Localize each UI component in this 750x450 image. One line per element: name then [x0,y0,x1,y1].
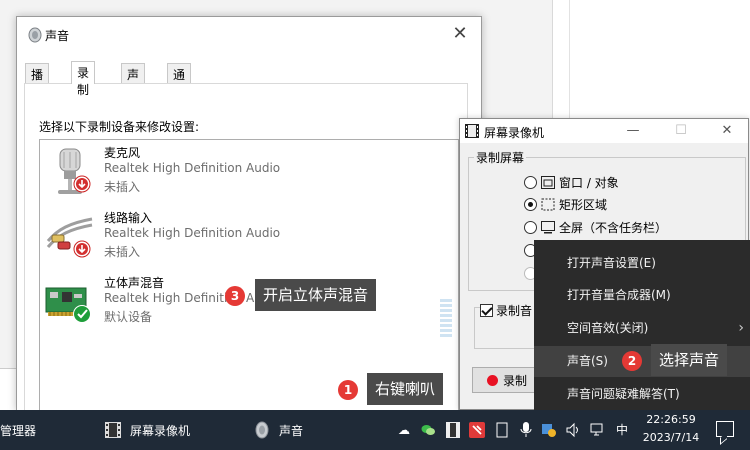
step-badge-3: 3 [225,286,245,306]
maximize-icon[interactable]: ☐ [668,120,694,142]
chevron-right-icon: › [738,320,744,336]
recording-tab-panel: 选择以下录制设备来修改设置: 麦克风 Realtek High Definiti… [24,83,468,414]
radio-button[interactable] [524,220,537,234]
device-name: 线路输入 [104,211,153,225]
tablet-icon[interactable] [494,422,510,438]
line-in-cable-icon [46,217,93,258]
red-app-icon[interactable] [469,422,485,438]
sound-card-icon [45,287,91,323]
list-item-microphone[interactable]: 麦克风 Realtek High Definition Audio 未插入 [40,142,458,206]
film-icon[interactable] [445,422,461,438]
menu-item-label: 空间音效(关闭) [567,321,649,335]
list-item-stereo-mix[interactable]: 立体声混音 Realtek High Definition Audio 默认设备 [40,272,458,336]
ime-indicator[interactable]: 中 [614,422,630,438]
menu-item-open-volume-mixer[interactable]: 打开音量合成器(M) [534,280,750,311]
taskbar-app-screen-recorder[interactable]: 屏幕录像机 [104,410,190,450]
device-name: 麦克风 [104,146,141,160]
tab-recording[interactable]: 录制 [71,61,96,97]
record-audio-checkbox-row[interactable]: 录制音 [480,302,535,319]
device-status: 未插入 [104,245,141,259]
clock-time: 22:26:59 [646,413,696,426]
taskbar-app-label: 管理器 [0,423,37,438]
callout-right-click-speaker: 右键喇叭 [367,373,444,405]
step-badge-2: 2 [622,351,642,371]
notification-icon[interactable] [716,421,734,437]
radio-button[interactable] [524,175,537,189]
microphone-icon [58,148,91,194]
menu-item-troubleshoot-sound[interactable]: 声音问题疑难解答(T) [534,379,750,410]
radio-label: 矩形区域 [559,197,608,212]
taskbar-app-sound[interactable]: 声音 [253,410,303,450]
taskbar-app-label: 声音 [279,423,304,438]
network-security-icon[interactable] [541,422,557,438]
record-screen-group-label: 录制屏幕 [474,149,527,166]
device-driver: Realtek High Definition Audio [104,291,281,305]
menu-item-spatial-sound[interactable]: 空间音效(关闭) › [534,313,750,344]
radio-fullscreen[interactable]: 全屏（不含任务栏） [524,218,667,236]
wechat-icon[interactable] [420,422,436,438]
minimize-icon[interactable]: — [620,120,646,142]
film-icon [465,124,479,138]
monitor-icon [541,220,555,233]
speaker-app-icon [255,421,269,439]
callout-enable-stereo-mix: 开启立体声混音 [255,279,377,311]
radio-window-object[interactable]: 窗口 / 对象 [524,173,619,191]
radio-label: 全屏（不含任务栏） [559,220,668,235]
radio-button[interactable] [524,197,537,211]
taskbar-app-label: 屏幕录像机 [130,423,191,438]
recorder-title-bar: 屏幕录像机 — ☐ ✕ [460,119,748,143]
device-driver: Realtek High Definition Audio [104,161,281,175]
device-name: 立体声混音 [104,276,165,290]
speaker-icon[interactable] [565,422,581,438]
window-icon [541,175,555,189]
radio-rectangle-area[interactable]: 矩形区域 [524,195,607,213]
tab-sounds[interactable]: 声音 [121,63,146,99]
taskbar: 管理器 屏幕录像机 声音 ☁ 中 22:26:59 2023/7/14 [0,410,750,450]
taskbar-app-manager[interactable]: 管理器 [0,410,36,450]
sound-title-bar: 声音 ✕ [17,17,481,53]
close-icon[interactable]: ✕ [714,120,740,142]
list-item-line-in[interactable]: 线路输入 Realtek High Definition Audio 未插入 [40,207,458,271]
device-driver: Realtek High Definition Audio [104,226,281,240]
close-icon[interactable]: ✕ [449,23,471,45]
speaker-app-icon [28,27,42,43]
sound-window-title: 声音 [45,29,70,43]
step-badge-1: 1 [338,380,358,400]
selection-rectangle-icon [541,198,555,210]
film-icon [105,422,121,438]
device-status: 默认设备 [104,310,153,324]
speaker-context-menu: 打开声音设置(E) 打开音量合成器(M) 空间音效(关闭) › 声音(S) 声音… [534,240,750,414]
device-status: 未插入 [104,180,141,194]
tab-playback[interactable]: 播放 [25,63,50,99]
menu-item-open-sound-settings[interactable]: 打开声音设置(E) [534,248,750,279]
cloud-icon[interactable]: ☁ [396,422,412,438]
sound-dialog: 声音 ✕ 播放 录制 声音 通信 选择以下录制设备来修改设置: 麦克风 [16,16,482,414]
record-dot-icon [487,374,498,386]
checkbox-label: 录制音 [496,304,533,318]
recorder-window-title: 屏幕录像机 [484,126,545,140]
record-button[interactable]: 录制 [472,367,542,393]
radio-label: 窗口 / 对象 [559,175,619,190]
record-button-label: 录制 [503,373,528,388]
microphone-tray-icon[interactable] [518,422,534,438]
network-icon[interactable] [590,422,606,438]
checkbox[interactable] [480,304,493,317]
system-clock[interactable]: 22:26:59 2023/7/14 [638,410,704,450]
level-meter [440,297,452,337]
tab-communications[interactable]: 通信 [167,63,192,99]
clock-date: 2023/7/14 [642,431,700,444]
instruction-text: 选择以下录制设备来修改设置: [39,120,200,134]
callout-select-sound: 选择声音 [651,344,728,376]
